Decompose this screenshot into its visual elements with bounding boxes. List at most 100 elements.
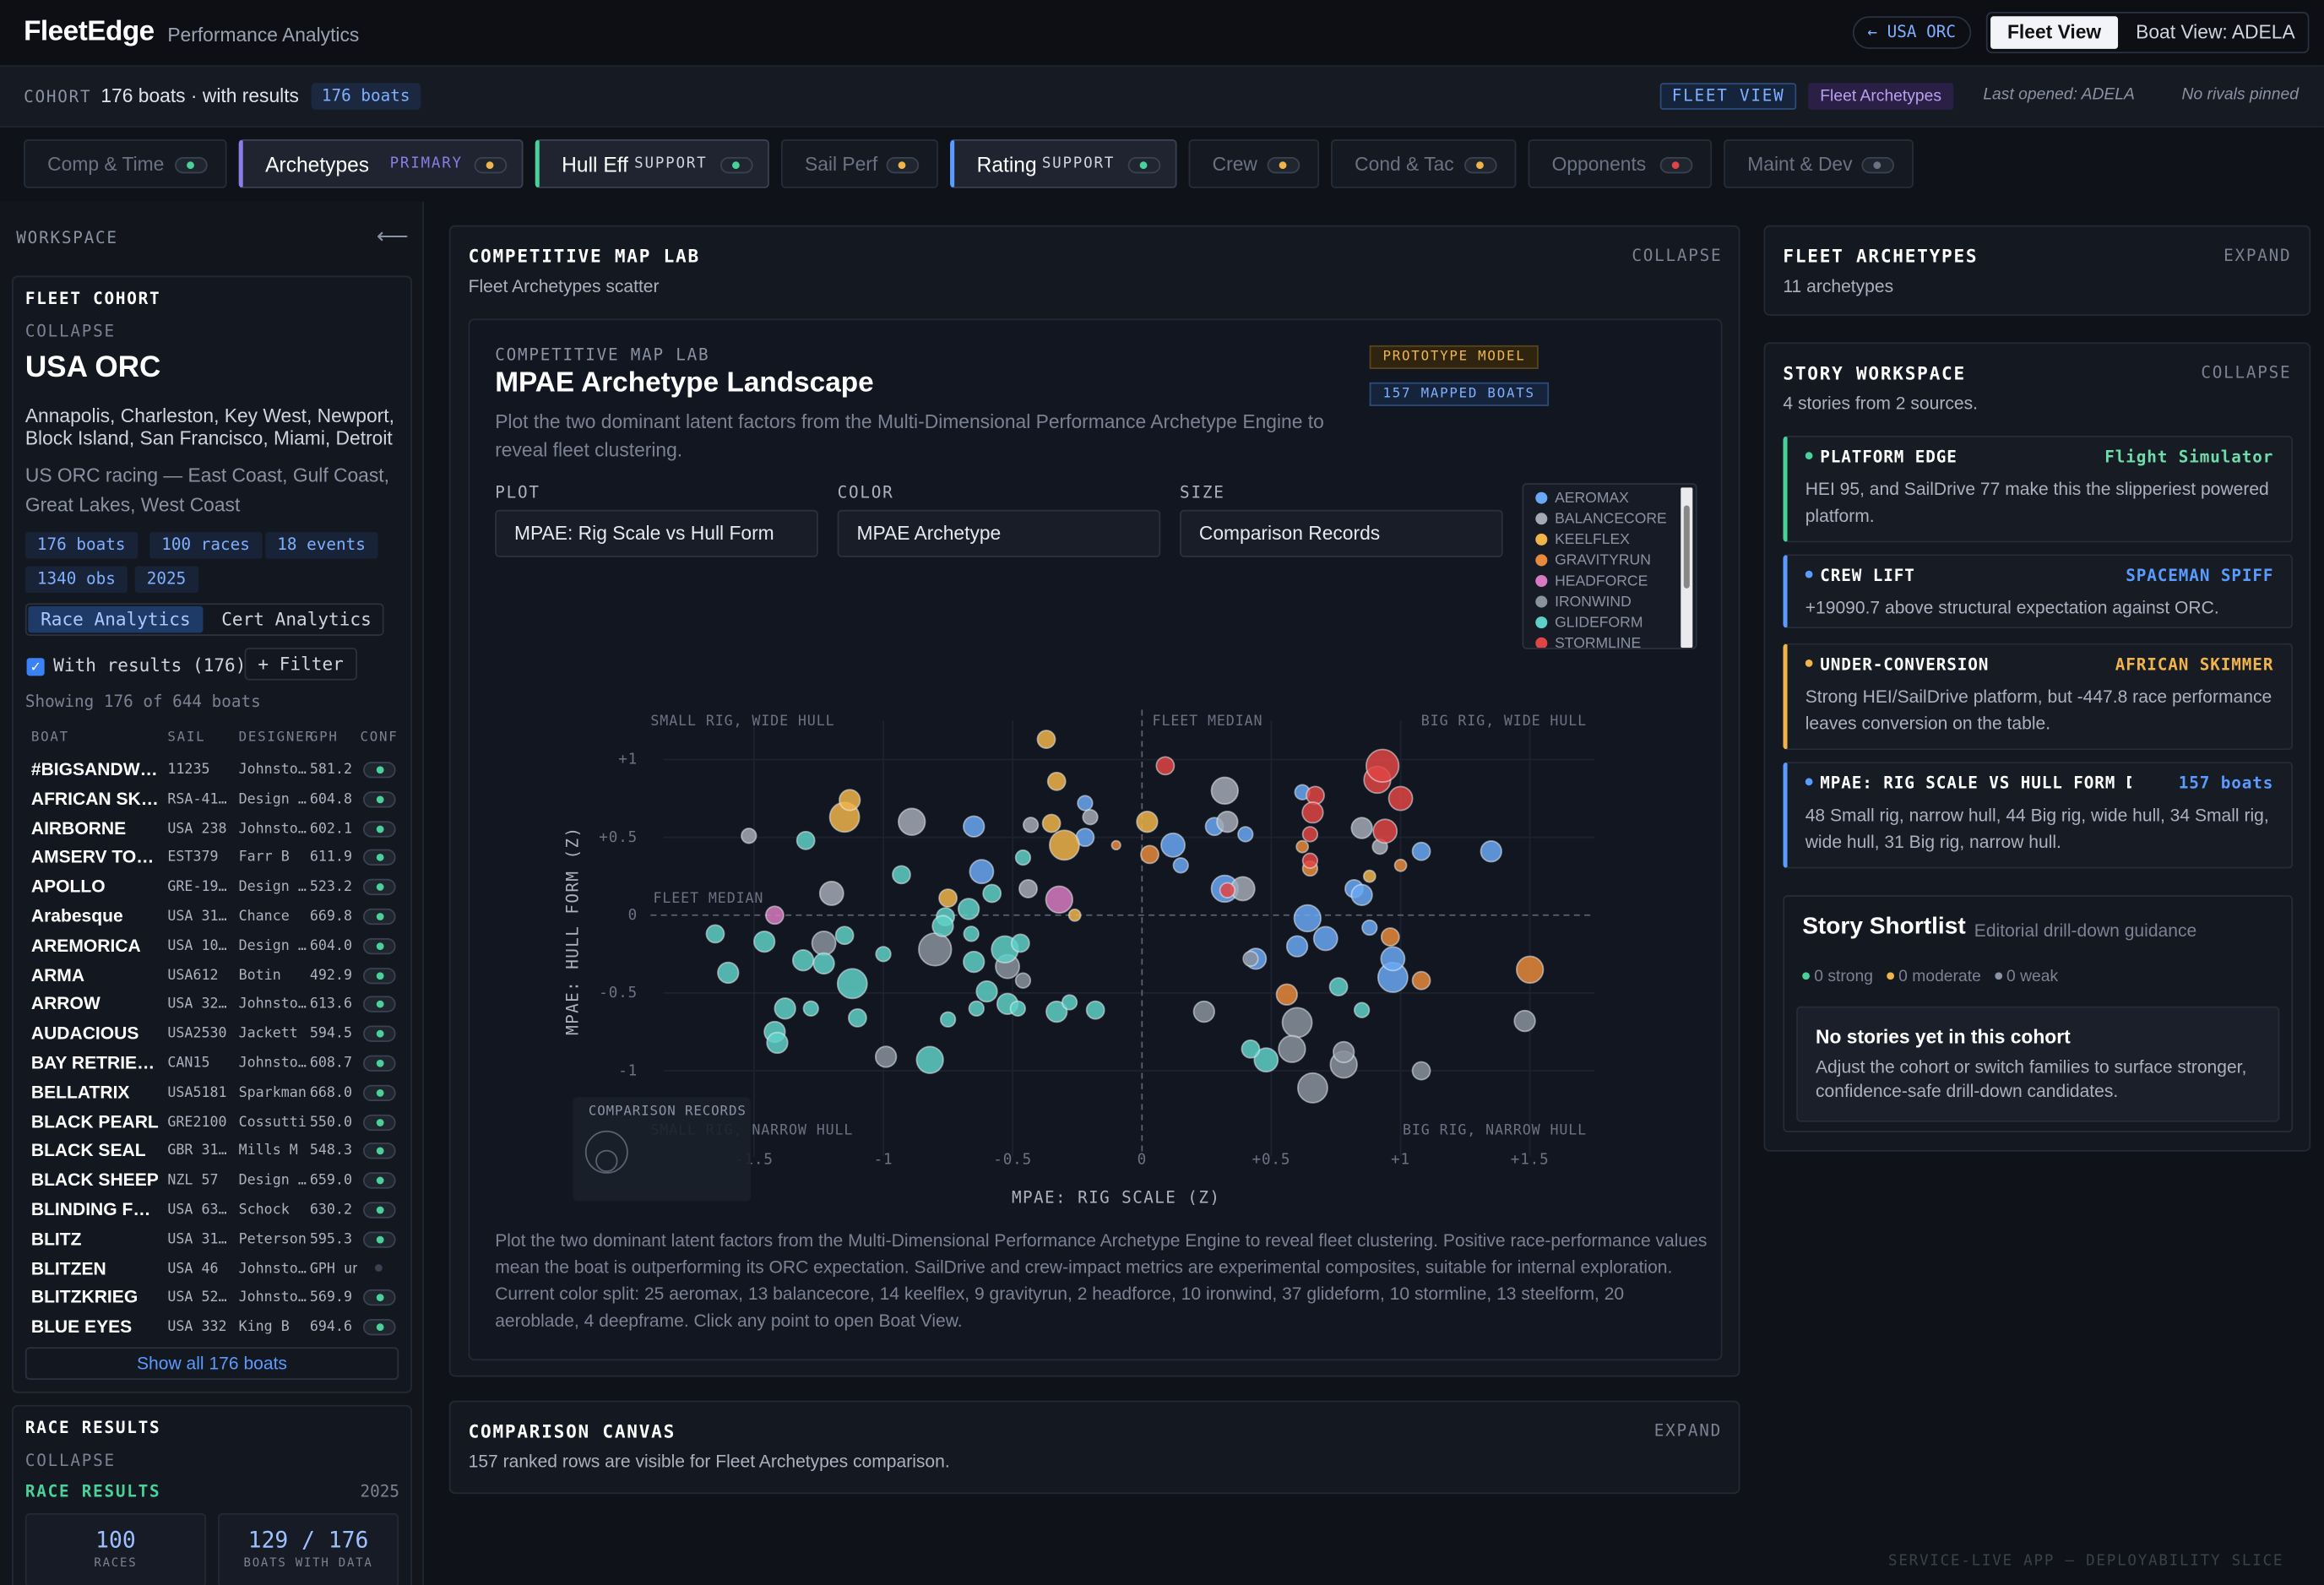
cert-analytics-tab[interactable]: Cert Analytics: [214, 606, 380, 633]
race-results-collapse[interactable]: COLLAPSE: [25, 1451, 116, 1470]
scatter-point-aeromax[interactable]: [969, 859, 995, 885]
scatter-point-headforce[interactable]: [1045, 885, 1073, 915]
scatter-point-balancecore[interactable]: [1216, 811, 1239, 833]
scatter-point-keelflex[interactable]: [1136, 811, 1159, 833]
scatter-point-ironwind[interactable]: [811, 931, 837, 956]
scatter-point-aeromax[interactable]: [1350, 883, 1373, 906]
table-row[interactable]: BLACK SHEEP NZL 57 Design Team659.0: [19, 1165, 408, 1195]
scatter-point-balancecore[interactable]: [1018, 879, 1038, 898]
scatter-point-glideform[interactable]: [1009, 1000, 1026, 1017]
tab-rating[interactable]: Rating SUPPORT: [950, 138, 1177, 188]
boat-view-button[interactable]: Boat View: ADELA: [2136, 16, 2295, 49]
scatter-point-aeromax[interactable]: [1480, 840, 1502, 863]
story-card[interactable]: PLATFORM EDGE Flight Simulator HEI 95, and…: [1783, 435, 2294, 543]
scatter-point-ironwind[interactable]: [918, 932, 953, 967]
scatter-point-stormline[interactable]: [1365, 748, 1400, 784]
scatter-point-balancecore[interactable]: [1082, 809, 1099, 826]
scatter-point-keelflex[interactable]: [1362, 869, 1376, 883]
scatter-point-balancecore[interactable]: [1350, 817, 1373, 839]
scatter-point-glideform[interactable]: [774, 997, 796, 1020]
scatter-point-keelflex[interactable]: [1036, 730, 1056, 749]
col-designer[interactable]: DESIGNER: [239, 730, 315, 746]
tab-comp-time[interactable]: Comp & Time: [24, 138, 227, 188]
scatter-point-glideform[interactable]: [1014, 849, 1032, 866]
scatter-point-glideform[interactable]: [795, 830, 816, 850]
table-row[interactable]: AUDACIOUS USA2530 Jackett 594.5: [19, 1018, 408, 1048]
scatter-point-glideform[interactable]: [963, 950, 986, 974]
back-to-cohort-link[interactable]: ← USA ORC: [1852, 16, 1971, 49]
scatter-point-glideform[interactable]: [1010, 933, 1030, 953]
scatter-point-keelflex[interactable]: [1046, 771, 1067, 791]
scatter-point-glideform[interactable]: [791, 949, 815, 972]
scatter-point-ironwind[interactable]: [1242, 950, 1259, 968]
scatter-point-stormline[interactable]: [1301, 801, 1324, 824]
scatter-point-ironwind[interactable]: [1297, 1072, 1328, 1104]
legend-item[interactable]: HEADFORCE: [1535, 573, 1648, 590]
legend-item[interactable]: STORMLINE: [1535, 636, 1641, 648]
table-row[interactable]: BAY RETRIEVER CAN15 Johnstone608.7: [19, 1048, 408, 1077]
scatter-point-stormline[interactable]: [1301, 826, 1319, 843]
legend-item[interactable]: BALANCECORE: [1535, 512, 1667, 528]
col-boat[interactable]: BOAT: [31, 730, 69, 746]
brand-logo[interactable]: FleetEdge: [24, 16, 155, 49]
family-badge[interactable]: Fleet Archetypes: [1808, 83, 1954, 110]
scatter-point-ironwind[interactable]: [1333, 1040, 1355, 1064]
scatter-point-glideform[interactable]: [836, 968, 868, 1000]
scatter-point-glideform[interactable]: [812, 952, 835, 975]
scatter-point-glideform[interactable]: [1353, 1001, 1371, 1018]
scatter-point-aeromax[interactable]: [1293, 904, 1322, 933]
scatter-point-gravityrun[interactable]: [1393, 858, 1408, 872]
scatter-point-aeromax[interactable]: [1172, 857, 1189, 874]
plot-select[interactable]: MPAE: Rig Scale vs Hull Form: [495, 509, 818, 557]
scatter-point-ironwind[interactable]: [874, 1045, 898, 1068]
tab-hull-eff[interactable]: Hull Eff SUPPORT: [535, 138, 769, 188]
tab-cond-tac[interactable]: Cond & Tac: [1331, 138, 1517, 188]
table-row[interactable]: ARMA USA612 Botin 492.9: [19, 960, 408, 990]
scatter-point-stormline[interactable]: [1372, 818, 1398, 844]
col-gph[interactable]: GPH: [310, 730, 339, 746]
table-row[interactable]: AMSERV TOYOTA EST379 Farr B 611.9: [19, 843, 408, 872]
story-source[interactable]: AFRICAN SKIMMER: [2115, 655, 2274, 675]
scatter-point-aeromax[interactable]: [1312, 925, 1338, 952]
scatter-point-aeromax[interactable]: [1237, 826, 1254, 843]
scatter-point-balancecore[interactable]: [741, 828, 757, 844]
table-row[interactable]: Arabesque USA 3100 Chance 669.8: [19, 901, 408, 931]
table-row[interactable]: AREMORICA USA 1000 Design Team604.0: [19, 931, 408, 960]
scatter-points[interactable]: [705, 730, 1545, 1104]
scatter-point-keelflex[interactable]: [1041, 813, 1062, 833]
scatter-point-balancecore[interactable]: [898, 807, 926, 836]
arrow-left-icon[interactable]: ⟵: [377, 222, 409, 249]
archetype-scatter-plot[interactable]: SMALL RIG, WIDE HULL BIG RIG, WIDE HULLSM…: [470, 661, 1724, 1254]
story-source[interactable]: 157 boats: [2179, 774, 2274, 793]
scatter-point-stormline[interactable]: [1155, 756, 1176, 776]
story-card[interactable]: UNDER-CONVERSION AFRICAN SKIMMER Strong HE…: [1783, 643, 2294, 751]
scatter-point-keelflex[interactable]: [1048, 829, 1080, 861]
scatter-point-balancecore[interactable]: [1210, 776, 1239, 806]
scatter-point-glideform[interactable]: [766, 1031, 789, 1055]
table-row[interactable]: #BIGSANDWICH 11235 Johnstone581.2: [19, 754, 408, 784]
race-analytics-tab[interactable]: Race Analytics: [28, 605, 204, 633]
scatter-point-glideform[interactable]: [892, 865, 911, 885]
table-row[interactable]: AFRICAN SKIMMER RSA-41000 Design Team604.8: [19, 784, 408, 813]
color-select[interactable]: MPAE Archetype: [837, 509, 1161, 557]
scatter-point-aeromax[interactable]: [963, 815, 986, 838]
table-row[interactable]: BELLATRIX USA5181 Sparkman 668.0: [19, 1077, 408, 1107]
scatter-point-glideform[interactable]: [848, 1007, 867, 1028]
scatter-point-glideform[interactable]: [957, 898, 980, 920]
scatter-point-keelflex[interactable]: [1067, 908, 1082, 922]
tab-maint-dev[interactable]: Maint & Dev: [1724, 138, 1914, 188]
scatter-point-keelflex[interactable]: [839, 789, 861, 811]
scatter-point-ironwind[interactable]: [1411, 1061, 1431, 1081]
scatter-point-stormline[interactable]: [1306, 785, 1325, 806]
table-row[interactable]: BLUE EYES USA 332 King B 694.6: [19, 1312, 408, 1342]
table-row[interactable]: ARROW USA 3200 Johnstone613.6: [19, 989, 408, 1018]
legend-item[interactable]: IRONWIND: [1535, 594, 1632, 611]
scatter-point-gravityrun[interactable]: [1295, 839, 1310, 854]
table-row[interactable]: BLITZEN USA 46 JohnstoneGPH unavailable: [19, 1253, 408, 1283]
scatter-point-gravityrun[interactable]: [1275, 983, 1298, 1006]
scatter-point-glideform[interactable]: [939, 1011, 957, 1028]
scatter-point-ironwind[interactable]: [1513, 1009, 1536, 1033]
legend-item[interactable]: AEROMAX: [1535, 491, 1629, 507]
story-workspace-collapse[interactable]: COLLAPSE: [2201, 363, 2291, 383]
col-sail[interactable]: SAIL: [167, 730, 205, 746]
